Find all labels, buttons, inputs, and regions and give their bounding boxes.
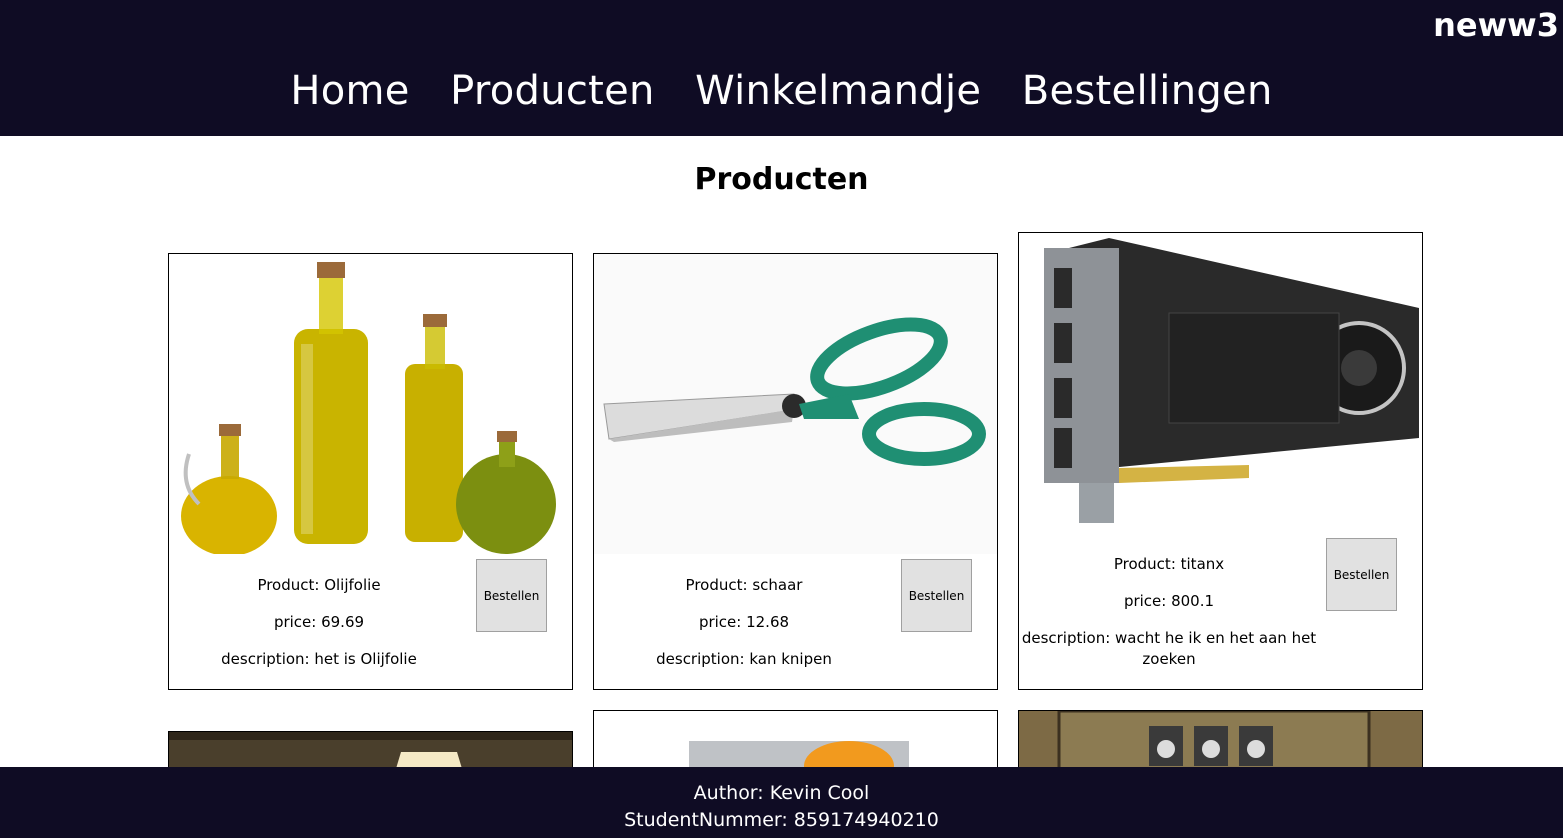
product-name: Product: Olijfolie — [257, 576, 381, 594]
olive-oil-image — [169, 254, 572, 554]
product-description: description: het is Olijfolie — [221, 650, 417, 668]
product-card: Product: Olijfolie price: 69.69 descript… — [168, 253, 573, 690]
scissors-image — [594, 254, 997, 554]
product-price: price: 800.1 — [1123, 592, 1215, 610]
nav-winkelmandje[interactable]: Winkelmandje — [695, 68, 981, 114]
product-info: Product: schaar price: 12.68 description… — [594, 575, 894, 686]
nav-bestellingen[interactable]: Bestellingen — [1022, 68, 1273, 114]
product-price: price: 69.69 — [273, 613, 365, 631]
main-nav: Home Producten Winkelmandje Bestellingen — [0, 68, 1563, 114]
order-button[interactable]: Bestellen — [1326, 538, 1397, 611]
footer-student-number: StudentNummer: 859174940210 — [624, 809, 939, 831]
product-name: Product: titanx — [1113, 555, 1225, 573]
product-description: description: kan knipen — [656, 650, 832, 668]
page-title: Producten — [694, 162, 869, 197]
product-card: Product: schaar price: 12.68 description… — [593, 253, 998, 690]
product-description: description: wacht he ik en het aan het … — [1021, 629, 1317, 668]
product-name: Product: schaar — [685, 576, 803, 594]
product-info: Product: titanx price: 800.1 description… — [1019, 554, 1319, 686]
product-info: Product: Olijfolie price: 69.69 descript… — [169, 575, 469, 686]
nav-home[interactable]: Home — [290, 68, 409, 114]
nav-producten[interactable]: Producten — [450, 68, 655, 114]
footer: Author: Kevin Cool StudentNummer: 859174… — [0, 767, 1563, 838]
graphics-card-image — [1019, 233, 1422, 533]
product-price: price: 12.68 — [698, 613, 790, 631]
header-bar: neww3 Home Producten Winkelmandje Bestel… — [0, 0, 1563, 136]
order-button[interactable]: Bestellen — [476, 559, 547, 632]
username: neww3 — [1433, 6, 1559, 44]
order-button[interactable]: Bestellen — [901, 559, 972, 632]
product-card: Product: titanx price: 800.1 description… — [1018, 232, 1423, 690]
footer-author: Author: Kevin Cool — [693, 782, 870, 804]
